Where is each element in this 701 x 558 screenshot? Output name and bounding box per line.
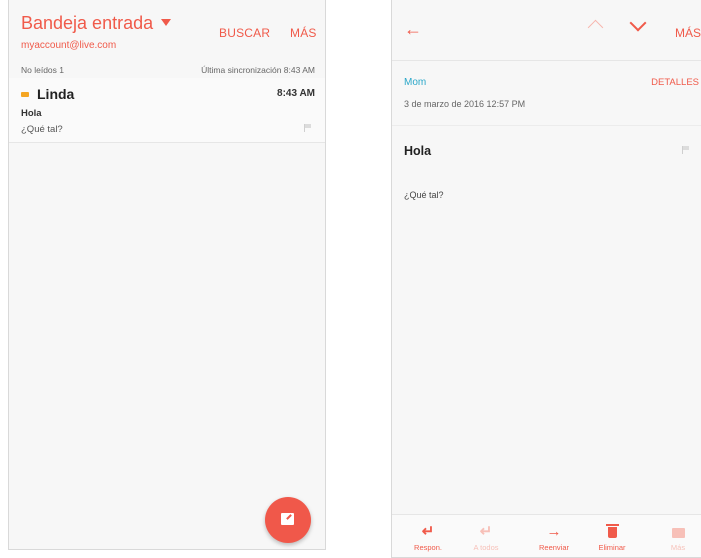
more-actions-label: Más: [670, 543, 686, 552]
inbox-header: Bandeja entrada myaccount@live.com BUSCA…: [9, 0, 325, 60]
last-sync: Última sincronización 8:43 AM: [201, 65, 315, 75]
detail-header: ← MÁS: [392, 0, 701, 61]
reply-icon: ↵: [421, 523, 435, 540]
message-detail-screen: ← MÁS Mom 3 de marzo de 2016 12:57 PM DE…: [391, 0, 701, 558]
flag-icon[interactable]: [304, 124, 311, 132]
flag-icon[interactable]: [682, 146, 689, 154]
more-icon: [671, 528, 685, 538]
account-email: myaccount@live.com: [21, 40, 117, 51]
reply-all-button[interactable]: ↵ A todos: [458, 515, 514, 557]
subject-row: Hola: [392, 126, 701, 176]
compose-icon: [281, 513, 294, 525]
message-meta: Mom 3 de marzo de 2016 12:57 PM DETALLES: [392, 61, 701, 126]
message-sender: Linda: [37, 86, 75, 102]
unread-marker-icon: [21, 92, 29, 97]
inbox-screen: Bandeja entrada myaccount@live.com BUSCA…: [8, 0, 326, 550]
message-preview: ¿Qué tal?: [21, 124, 63, 135]
message-subject: Hola: [21, 108, 42, 119]
details-button[interactable]: DETALLES: [651, 77, 699, 88]
chevron-up-icon[interactable]: [587, 19, 604, 36]
more-button[interactable]: MÁS: [675, 26, 701, 40]
delete-button[interactable]: Eliminar: [584, 515, 640, 557]
message-time: 8:43 AM: [277, 88, 315, 99]
message-action-toolbar: ↵ Respon. ↵ A todos → Reenviar Eliminar …: [392, 514, 701, 557]
chevron-down-icon[interactable]: [629, 14, 647, 32]
reply-label: Respon.: [414, 543, 442, 552]
message-date: 3 de marzo de 2016 12:57 PM: [404, 99, 526, 109]
trash-icon: [605, 524, 619, 538]
inbox-status-bar: No leídos 1 Última sincronización 8:43 A…: [9, 60, 325, 78]
delete-label: Eliminar: [598, 543, 626, 552]
message-body: ¿Qué tal?: [404, 190, 444, 200]
search-button[interactable]: BUSCAR: [219, 26, 270, 40]
forward-label: Reenviar: [538, 543, 569, 552]
mailbox-selector[interactable]: Bandeja entrada: [21, 13, 172, 34]
unread-count: No leídos 1: [21, 65, 64, 75]
more-button[interactable]: MÁS: [290, 26, 317, 40]
forward-button[interactable]: → Reenviar: [526, 515, 582, 557]
message-list-item[interactable]: Linda 8:43 AM Hola ¿Qué tal?: [9, 78, 325, 143]
inbox-title: Bandeja entrada: [21, 13, 154, 33]
dropdown-caret-icon: [161, 19, 172, 26]
forward-icon: →: [546, 523, 562, 540]
back-arrow-icon[interactable]: ←: [404, 20, 422, 38]
more-actions-button[interactable]: Más: [650, 515, 701, 557]
reply-all-label: A todos: [473, 543, 499, 552]
compose-button[interactable]: [265, 497, 311, 543]
reply-all-icon: ↵: [479, 523, 493, 540]
sender-name[interactable]: Mom: [404, 77, 426, 88]
reply-button[interactable]: ↵ Respon.: [400, 515, 456, 557]
message-subject: Hola: [404, 144, 432, 158]
